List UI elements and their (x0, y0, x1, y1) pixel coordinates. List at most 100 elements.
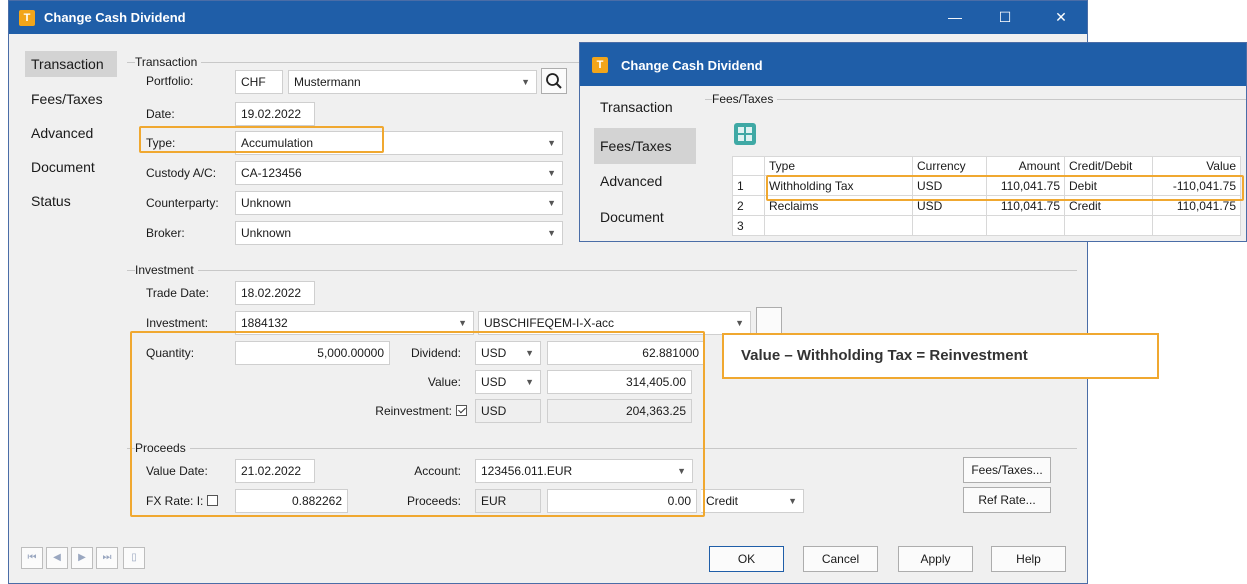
portfolio-search-button[interactable] (541, 68, 567, 94)
nav-item-fees-taxes[interactable]: Fees/Taxes (25, 86, 109, 112)
column-header[interactable]: Amount (986, 156, 1065, 176)
amount-cell[interactable]: 110,041.75 (986, 175, 1065, 196)
app-logo-icon: T (592, 57, 608, 73)
table-row[interactable]: 1 Withholding Tax USD 110,041.75 Debit -… (732, 175, 1241, 196)
table-row[interactable]: 3 (732, 215, 1241, 236)
credit-debit-cell[interactable] (1064, 215, 1153, 236)
value-cell[interactable]: 110,041.75 (1152, 195, 1241, 216)
type-cell[interactable] (764, 215, 913, 236)
nav-item-advanced[interactable]: Advanced (25, 120, 99, 146)
reinvestment-checkbox[interactable] (456, 405, 467, 416)
counterparty-combo[interactable]: Unknown ▼ (235, 191, 563, 215)
fx-rate-field[interactable]: 0.882262 (235, 489, 348, 513)
row-number: 2 (732, 195, 765, 216)
type-cell[interactable]: Reclaims (764, 195, 913, 216)
calculator-icon[interactable] (734, 123, 756, 145)
investment-name: UBSCHIFEQEM-I-X-acc (484, 316, 615, 330)
minimize-button[interactable]: — (933, 1, 977, 34)
reinvestment-currency-field: USD (475, 399, 541, 423)
portfolio-label: Portfolio: (146, 74, 194, 88)
last-record-button[interactable]: ⏭ (96, 547, 118, 569)
portfolio-combo[interactable]: Mustermann ▼ (288, 70, 537, 94)
chevron-down-icon: ▼ (525, 377, 534, 387)
credit-debit-combo[interactable]: Credit ▼ (701, 489, 804, 513)
table-row[interactable]: 2 Reclaims USD 110,041.75 Credit 110,041… (732, 195, 1241, 216)
account-label: Account: (414, 464, 461, 478)
value-currency: USD (481, 375, 507, 389)
broker-combo[interactable]: Unknown ▼ (235, 221, 563, 245)
value-currency-combo[interactable]: USD ▼ (475, 370, 541, 394)
proceeds-group-label: Proceeds (135, 441, 190, 455)
table-header: Type Currency Amount Credit/Debit Value (732, 156, 1241, 176)
currency-cell[interactable]: USD (912, 195, 987, 216)
quantity-field[interactable]: 5,000.00000 (235, 341, 390, 365)
next-icon: ▶ (78, 552, 86, 563)
column-header[interactable]: Currency (912, 156, 987, 176)
fx-rate-label: FX Rate: (146, 494, 194, 508)
account-combo[interactable]: 123456.011.EUR ▼ (475, 459, 693, 483)
type-cell[interactable]: Withholding Tax (764, 175, 913, 196)
column-header[interactable]: Credit/Debit (1064, 156, 1153, 176)
custody-combo[interactable]: CA-123456 ▼ (235, 161, 563, 185)
account-value: 123456.011.EUR (481, 464, 573, 478)
popup-nav-transaction[interactable]: Transaction (594, 91, 679, 123)
nav-item-document[interactable]: Document (25, 154, 101, 180)
help-button[interactable]: Help (991, 546, 1066, 572)
chevron-down-icon: ▼ (788, 496, 797, 506)
type-combo[interactable]: Accumulation ▼ (235, 131, 563, 155)
proceeds-field[interactable]: 0.00 (547, 489, 697, 513)
door-icon: ▯ (131, 552, 137, 563)
proceeds-currency-field: EUR (475, 489, 541, 513)
value-cell[interactable] (1152, 215, 1241, 236)
investment-label: Investment: (146, 316, 209, 330)
credit-debit-value: Credit (706, 494, 739, 508)
popup-nav-advanced[interactable]: Advanced (594, 165, 668, 197)
window-title: Change Cash Dividend (44, 10, 186, 25)
currency-cell[interactable] (912, 215, 987, 236)
reinvestment-field: 204,363.25 (547, 399, 692, 423)
date-field[interactable]: 19.02.2022 (235, 102, 315, 126)
maximize-button[interactable]: ☐ (983, 1, 1027, 34)
type-value: Accumulation (241, 136, 314, 150)
investment-name-combo[interactable]: UBSCHIFEQEM-I-X-acc ▼ (478, 311, 751, 335)
proceeds-group-line (127, 448, 1077, 449)
currency-cell[interactable]: USD (912, 175, 987, 196)
broker-value: Unknown (241, 226, 292, 240)
popup-group-line (705, 99, 1246, 100)
transaction-group-label: Transaction (135, 55, 202, 69)
trade-date-field[interactable]: 18.02.2022 (235, 281, 315, 305)
investment-detail-button[interactable] (756, 307, 782, 335)
value-field[interactable]: 314,405.00 (547, 370, 692, 394)
nav-item-transaction[interactable]: Transaction (25, 51, 117, 77)
popup-group-label: Fees/Taxes (712, 92, 778, 106)
popup-nav-document[interactable]: Document (594, 201, 670, 233)
last-icon: ⏭ (102, 552, 112, 563)
fees-taxes-button[interactable]: Fees/Taxes... (963, 457, 1051, 483)
close-button[interactable]: ✕ (1039, 1, 1083, 34)
dividend-currency-combo[interactable]: USD ▼ (475, 341, 541, 365)
portfolio-code-field[interactable]: CHF (235, 70, 283, 94)
value-date-field[interactable]: 21.02.2022 (235, 459, 315, 483)
first-record-button[interactable]: ⏮ (21, 547, 43, 569)
amount-cell[interactable] (986, 215, 1065, 236)
next-record-button[interactable]: ▶ (71, 547, 93, 569)
ref-rate-button[interactable]: Ref Rate... (963, 487, 1051, 513)
popup-title: Change Cash Dividend (621, 58, 763, 73)
column-header[interactable]: Value (1152, 156, 1241, 176)
dividend-field[interactable]: 62.881000 (547, 341, 705, 365)
column-header[interactable]: Type (764, 156, 913, 176)
previous-record-button[interactable]: ◀ (46, 547, 68, 569)
apply-button[interactable]: Apply (898, 546, 973, 572)
popup-nav-fees-taxes[interactable]: Fees/Taxes (594, 128, 696, 164)
value-label: Value: (427, 375, 461, 389)
investment-id-combo[interactable]: 1884132 ▼ (235, 311, 474, 335)
fx-inverse-checkbox[interactable] (207, 495, 219, 506)
cancel-button[interactable]: Cancel (803, 546, 878, 572)
value-cell[interactable]: -110,041.75 (1152, 175, 1241, 196)
ok-button[interactable]: OK (709, 546, 784, 572)
credit-debit-cell[interactable]: Debit (1064, 175, 1153, 196)
amount-cell[interactable]: 110,041.75 (986, 195, 1065, 216)
credit-debit-cell[interactable]: Credit (1064, 195, 1153, 216)
nav-item-status[interactable]: Status (25, 188, 77, 214)
exit-record-button[interactable]: ▯ (123, 547, 145, 569)
